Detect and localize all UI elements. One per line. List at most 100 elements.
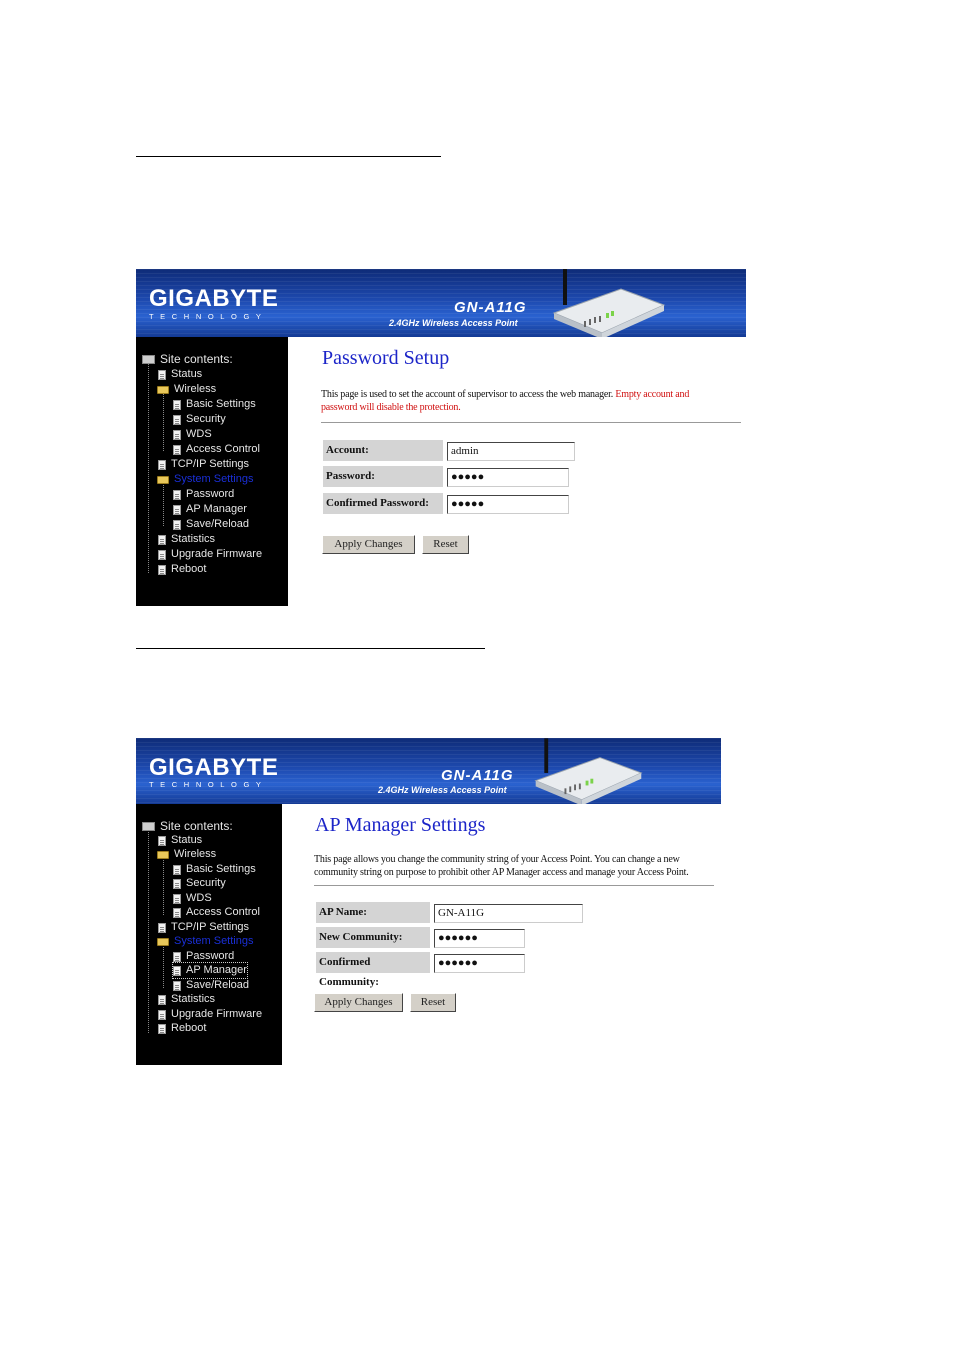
sidebar-item-basic-settings[interactable]: Basic Settings [173, 397, 256, 412]
folder-icon [157, 850, 169, 859]
gigabyte-logo: GIGABYTE [149, 754, 279, 781]
sidebar-item-save-reload[interactable]: Save/Reload [173, 517, 249, 532]
sidebar-item-password[interactable]: Password [173, 949, 234, 964]
apply-changes-button[interactable]: Apply Changes [314, 993, 403, 1012]
ap-manager-screenshot: GIGABYTE TECHNOLOGY GN-A11G 2.4GHz Wirel… [136, 738, 721, 1065]
open-folder-icon [157, 475, 169, 484]
open-folder-icon [157, 937, 169, 946]
document-icon [158, 534, 166, 545]
gigabyte-logo: GIGABYTE [149, 285, 279, 312]
reset-button[interactable]: Reset [422, 535, 469, 554]
sidebar-title: Site contents: [142, 819, 233, 834]
document-icon [173, 878, 181, 889]
document-icon [173, 504, 181, 515]
document-icon [158, 564, 166, 575]
account-label: Account: [323, 440, 443, 461]
site-contents-icon [142, 822, 155, 831]
document-icon [173, 399, 181, 410]
router-image [552, 269, 666, 337]
page-description: This page is used to set the account of … [321, 389, 690, 413]
page-title: AP Manager Settings [315, 814, 486, 836]
sidebar-item-upgrade-firmware[interactable]: Upgrade Firmware [158, 1007, 262, 1022]
page-title: Password Setup [322, 347, 450, 369]
header-banner: GIGABYTE TECHNOLOGY GN-A11G 2.4GHz Wirel… [136, 269, 746, 337]
ap-name-input[interactable]: GN-A11G [434, 904, 583, 923]
ap-name-label: AP Name: [316, 902, 430, 923]
sidebar-item-access-control[interactable]: Access Control [173, 442, 260, 457]
separator [314, 885, 714, 886]
sidebar-item-password[interactable]: Password [173, 487, 234, 502]
document-icon [173, 951, 181, 962]
sidebar-item-wireless[interactable]: Wireless [157, 382, 216, 397]
sidebar-item-tcpip-settings[interactable]: TCP/IP Settings [158, 920, 249, 935]
document-icon [158, 369, 166, 380]
sidebar-item-reboot[interactable]: Reboot [158, 1021, 206, 1036]
confirm-community-input[interactable]: ●●●●●● [434, 954, 525, 973]
sidebar-item-save-reload[interactable]: Save/Reload [173, 978, 249, 993]
site-contents-icon [142, 355, 155, 364]
logo-subtitle: TECHNOLOGY [149, 780, 268, 789]
sidebar-item-status[interactable]: Status [158, 833, 202, 848]
sidebar-item-statistics[interactable]: Statistics [158, 532, 215, 547]
document-icon [158, 549, 166, 560]
new-community-input[interactable]: ●●●●●● [434, 929, 525, 948]
logo-subtitle: TECHNOLOGY [149, 312, 268, 321]
document-icon [158, 922, 166, 933]
document-icon [173, 893, 181, 904]
sidebar-item-wds[interactable]: WDS [173, 427, 212, 442]
sidebar-item-upgrade-firmware[interactable]: Upgrade Firmware [158, 547, 262, 562]
password-input[interactable]: ●●●●● [447, 468, 569, 487]
confirm-password-input[interactable]: ●●●●● [447, 495, 569, 514]
new-community-label: New Community: [316, 927, 430, 948]
sidebar-item-basic-settings[interactable]: Basic Settings [173, 862, 256, 877]
password-label: Password: [323, 466, 443, 487]
folder-icon [157, 385, 169, 394]
sidebar-item-wireless[interactable]: Wireless [157, 847, 216, 862]
document-icon [158, 994, 166, 1005]
tree-line [163, 481, 164, 526]
tree-line [148, 361, 149, 573]
tree-line [163, 391, 164, 451]
sidebar-item-status[interactable]: Status [158, 367, 202, 382]
account-input[interactable]: admin [447, 442, 575, 461]
sidebar-item-ap-manager[interactable]: AP Manager [172, 962, 248, 979]
document-icon [173, 444, 181, 455]
sidebar-item-security[interactable]: Security [173, 412, 226, 427]
document-icon [173, 907, 181, 918]
sidebar: Site contents: Status Wireless Basic Set… [136, 804, 282, 1065]
apply-changes-button[interactable]: Apply Changes [322, 535, 415, 554]
header-banner: GIGABYTE TECHNOLOGY GN-A11G 2.4GHz Wirel… [136, 738, 721, 804]
sidebar-item-access-control[interactable]: Access Control [173, 905, 260, 920]
document-icon [158, 459, 166, 470]
document-icon [173, 965, 181, 976]
underline-2 [136, 648, 485, 649]
document-icon [173, 864, 181, 875]
document-icon [158, 1023, 166, 1034]
sidebar: Site contents: Status Wireless Basic Set… [136, 337, 288, 606]
sidebar-item-statistics[interactable]: Statistics [158, 992, 215, 1007]
model-subtitle: 2.4GHz Wireless Access Point [378, 785, 507, 795]
sidebar-item-tcpip-settings[interactable]: TCP/IP Settings [158, 457, 249, 472]
router-image [534, 738, 643, 804]
document-icon [173, 414, 181, 425]
model-subtitle: 2.4GHz Wireless Access Point [389, 318, 518, 328]
separator [321, 422, 741, 423]
confirm-community-label: Confirmed Community: [316, 952, 430, 988]
sidebar-title: Site contents: [142, 352, 233, 367]
tree-line [163, 857, 164, 915]
model-name: GN-A11G [454, 299, 527, 316]
sidebar-item-system-settings[interactable]: System Settings [157, 472, 253, 487]
tree-line [148, 828, 149, 1033]
model-name: GN-A11G [441, 767, 514, 784]
page-description: This page allows you change the communit… [314, 854, 689, 878]
document-icon [158, 835, 166, 846]
sidebar-item-ap-manager[interactable]: AP Manager [173, 502, 247, 517]
sidebar-item-wds[interactable]: WDS [173, 891, 212, 906]
document-icon [173, 519, 181, 530]
tree-line [163, 944, 164, 988]
reset-button[interactable]: Reset [410, 993, 456, 1012]
document-icon [173, 489, 181, 500]
sidebar-item-reboot[interactable]: Reboot [158, 562, 206, 577]
sidebar-item-security[interactable]: Security [173, 876, 226, 891]
sidebar-item-system-settings[interactable]: System Settings [157, 934, 253, 949]
